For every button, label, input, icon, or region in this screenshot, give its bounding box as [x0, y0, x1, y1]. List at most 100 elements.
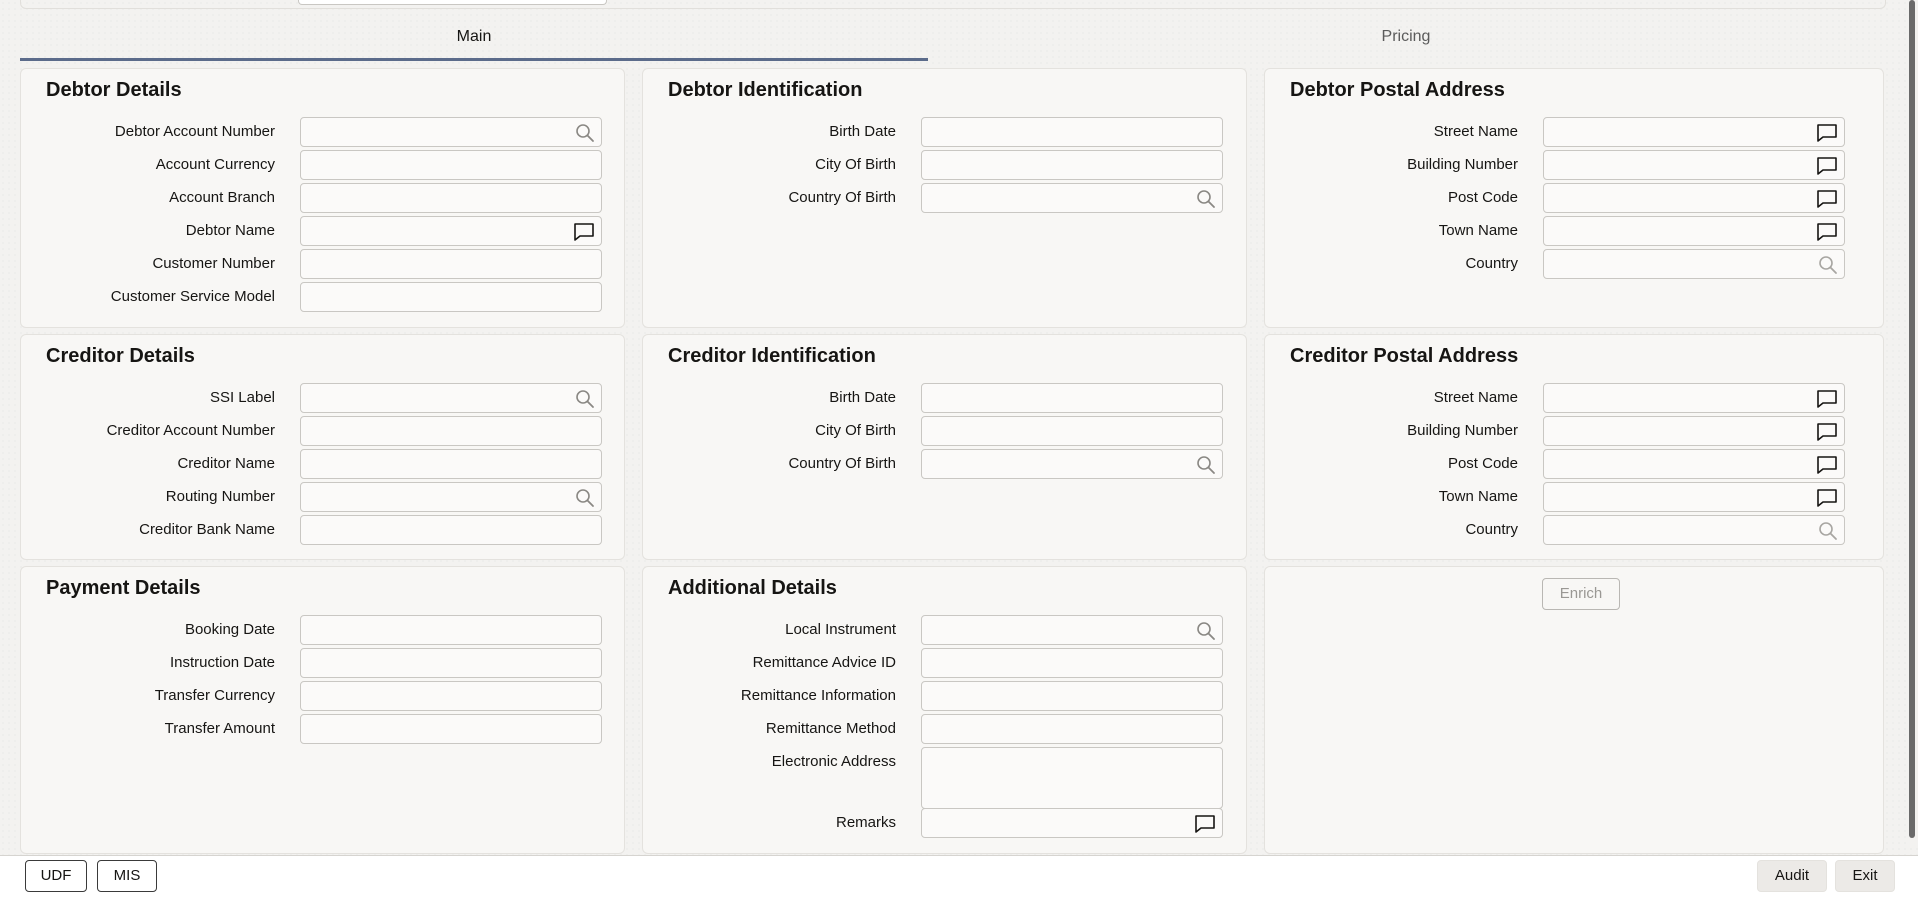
- comment-icon[interactable]: [1816, 422, 1838, 442]
- field-label: Creditor Name: [177, 455, 275, 472]
- field-label: Post Code: [1447, 455, 1518, 472]
- booking-date-input[interactable]: [300, 615, 602, 645]
- transfer-amount-input[interactable]: [300, 714, 602, 744]
- remarks-input[interactable]: [921, 808, 1223, 838]
- form-row-country-of-birth: Country Of Birth: [643, 448, 1246, 480]
- form-row-creditor-bank-name: Creditor Bank Name: [21, 514, 624, 546]
- comment-icon[interactable]: [1194, 814, 1216, 834]
- town-name-input[interactable]: [1543, 216, 1845, 246]
- country-input[interactable]: [1543, 515, 1845, 545]
- form-row-post-code: Post Code: [1265, 448, 1883, 480]
- payment-details-panel: Payment Details Booking Date Instruction D…: [20, 566, 625, 854]
- audit-button[interactable]: Audit: [1757, 860, 1827, 892]
- account-branch-input[interactable]: [300, 183, 602, 213]
- enrich-button[interactable]: Enrich: [1542, 578, 1620, 610]
- form-row-ssi-label: SSI Label: [21, 382, 624, 414]
- customer-service-model-input[interactable]: [300, 282, 602, 312]
- exit-button[interactable]: Exit: [1835, 860, 1895, 892]
- comment-icon[interactable]: [1816, 455, 1838, 475]
- panel-title: Debtor Identification: [668, 79, 863, 101]
- transfer-currency-input[interactable]: [300, 681, 602, 711]
- creditor-bank-name-input[interactable]: [300, 515, 602, 545]
- building-number-input[interactable]: [1543, 416, 1845, 446]
- field-label: Country Of Birth: [788, 189, 896, 206]
- town-name-input[interactable]: [1543, 482, 1845, 512]
- form-row-birth-date: Birth Date: [643, 382, 1246, 414]
- birth-date-input[interactable]: [921, 117, 1223, 147]
- field-label: Account Currency: [155, 156, 275, 173]
- remittance-information-input[interactable]: [921, 681, 1223, 711]
- debtor-account-number-input[interactable]: [300, 117, 602, 147]
- creditor-name-input[interactable]: [300, 449, 602, 479]
- form-row-remittance-information: Remittance Information: [643, 680, 1246, 712]
- comment-icon[interactable]: [1816, 189, 1838, 209]
- creditor-postal-address-panel: Creditor Postal Address Street Name Buildi…: [1264, 334, 1884, 560]
- search-icon[interactable]: [1196, 621, 1216, 641]
- form-row-street-name: Street Name: [1265, 382, 1883, 414]
- form-row-country: Country: [1265, 514, 1883, 546]
- comment-icon[interactable]: [1816, 222, 1838, 242]
- field-label: Remittance Information: [740, 687, 896, 704]
- remittance-method-input[interactable]: [921, 714, 1223, 744]
- country-of-birth-input[interactable]: [921, 183, 1223, 213]
- footer-bar: UDF MIS Audit Exit: [0, 855, 1918, 908]
- comment-icon[interactable]: [1816, 389, 1838, 409]
- instruction-date-input[interactable]: [300, 648, 602, 678]
- street-name-input[interactable]: [1543, 117, 1845, 147]
- tab-main[interactable]: Main: [20, 22, 928, 61]
- post-code-input[interactable]: [1543, 449, 1845, 479]
- udf-button[interactable]: UDF: [25, 860, 87, 892]
- search-icon[interactable]: [1818, 521, 1838, 541]
- search-icon[interactable]: [575, 488, 595, 508]
- debtor-details-panel: Debtor Details Debtor Account Number Accou…: [20, 68, 625, 328]
- field-label: Building Number: [1407, 156, 1518, 173]
- field-label: Post Code: [1447, 189, 1518, 206]
- account-currency-input[interactable]: [300, 150, 602, 180]
- country-input[interactable]: [1543, 249, 1845, 279]
- comment-icon[interactable]: [1816, 156, 1838, 176]
- scrollbar-thumb[interactable]: [1909, 0, 1915, 838]
- comment-icon[interactable]: [1816, 488, 1838, 508]
- creditor-account-number-input[interactable]: [300, 416, 602, 446]
- mis-button[interactable]: MIS: [97, 860, 157, 892]
- vertical-scrollbar[interactable]: [1906, 0, 1918, 845]
- form-row-routing-number: Routing Number: [21, 481, 624, 513]
- debtor-name-input[interactable]: [300, 216, 602, 246]
- comment-icon[interactable]: [1816, 123, 1838, 143]
- building-number-input[interactable]: [1543, 150, 1845, 180]
- form-row-instruction-date: Instruction Date: [21, 647, 624, 679]
- search-icon[interactable]: [1818, 255, 1838, 275]
- city-of-birth-input[interactable]: [921, 416, 1223, 446]
- form-row-country-of-birth: Country Of Birth: [643, 182, 1246, 214]
- form-row-remittance-method: Remittance Method: [643, 713, 1246, 745]
- customer-number-input[interactable]: [300, 249, 602, 279]
- comment-icon[interactable]: [573, 222, 595, 242]
- ssi-label-input[interactable]: [300, 383, 602, 413]
- form-row-transfer-currency: Transfer Currency: [21, 680, 624, 712]
- local-instrument-input[interactable]: [921, 615, 1223, 645]
- city-of-birth-input[interactable]: [921, 150, 1223, 180]
- field-label: Country: [1465, 521, 1518, 538]
- country-of-birth-input[interactable]: [921, 449, 1223, 479]
- street-name-input[interactable]: [1543, 383, 1845, 413]
- field-label: Remarks: [835, 814, 896, 831]
- field-label: Debtor Name: [185, 222, 275, 239]
- form-row-booking-date: Booking Date: [21, 614, 624, 646]
- form-row-debtor-name: Debtor Name: [21, 215, 624, 247]
- additional-details-panel: Additional Details Local Instrument Remitt…: [642, 566, 1247, 854]
- electronic-address-input[interactable]: [921, 747, 1223, 809]
- tab-bar: Main Pricing: [20, 22, 1884, 61]
- form-row-city-of-birth: City Of Birth: [643, 149, 1246, 181]
- form-row-electronic-address: Electronic Address: [643, 746, 1246, 809]
- tab-pricing[interactable]: Pricing: [928, 22, 1884, 58]
- birth-date-input[interactable]: [921, 383, 1223, 413]
- field-label: Customer Number: [152, 255, 275, 272]
- form-row-post-code: Post Code: [1265, 182, 1883, 214]
- panel-title: Creditor Details: [46, 345, 195, 367]
- routing-number-input[interactable]: [300, 482, 602, 512]
- form-row-town-name: Town Name: [1265, 481, 1883, 513]
- panel-title: Creditor Postal Address: [1290, 345, 1519, 367]
- remittance-advice-id-input[interactable]: [921, 648, 1223, 678]
- form-row-account-currency: Account Currency: [21, 149, 624, 181]
- post-code-input[interactable]: [1543, 183, 1845, 213]
